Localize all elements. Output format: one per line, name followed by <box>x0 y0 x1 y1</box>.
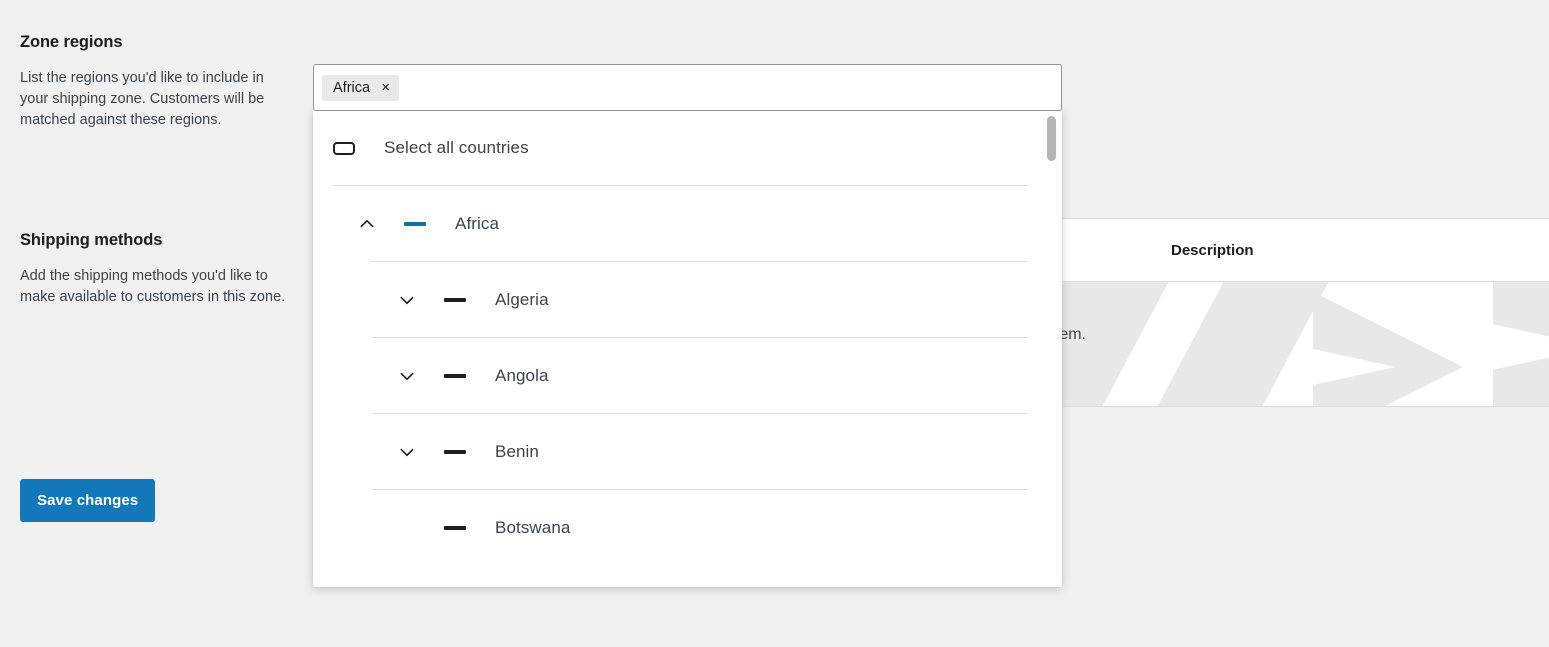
watermark-arrow <box>1493 282 1549 406</box>
checkbox-indeterminate[interactable] <box>444 450 466 454</box>
dropdown-scrollbar-thumb[interactable] <box>1047 116 1056 161</box>
dropdown-row-algeria[interactable]: Algeria <box>313 262 1062 338</box>
page-root: Zone regions List the regions you'd like… <box>0 0 1549 647</box>
checkbox-indeterminate[interactable] <box>444 526 466 530</box>
dropdown-row-label: Botswana <box>495 518 571 537</box>
checkbox-indeterminate[interactable] <box>444 374 466 378</box>
checkbox-indeterminate[interactable] <box>444 298 466 302</box>
dropdown-row-label: Benin <box>495 442 539 461</box>
chevron-down-icon[interactable] <box>393 286 421 314</box>
remove-chip-icon[interactable]: × <box>379 80 392 95</box>
dropdown-row-label: Angola <box>495 366 549 385</box>
dropdown-row-label: Africa <box>455 214 500 233</box>
watermark-arrow <box>1313 292 1463 406</box>
zone-regions-title: Zone regions <box>20 33 123 51</box>
dropdown-row-benin[interactable]: Benin <box>313 414 1062 490</box>
dropdown-scrollbar[interactable] <box>1046 114 1057 583</box>
region-chip-africa: Africa × <box>322 74 400 101</box>
zone-regions-description: List the regions you'd like to include i… <box>20 70 265 128</box>
shipping-methods-section: Shipping methods Add the shipping method… <box>20 231 290 308</box>
dropdown-row-label: Select all countries <box>384 138 529 157</box>
region-chip-label: Africa <box>333 79 371 96</box>
dropdown-row-botswana[interactable]: Botswana <box>313 490 1062 566</box>
regions-dropdown-panel: Select all countries Africa Algeria Angola B… <box>313 110 1062 587</box>
shipping-methods-title: Shipping methods <box>20 231 163 249</box>
dropdown-row-select-all-countries[interactable]: Select all countries <box>313 110 1062 186</box>
dropdown-row-label: Algeria <box>495 290 549 309</box>
checkbox-indeterminate[interactable] <box>404 222 426 226</box>
checkbox-unchecked[interactable] <box>333 141 355 155</box>
chevron-down-icon[interactable] <box>393 438 421 466</box>
dropdown-row-africa[interactable]: Africa <box>313 186 1062 262</box>
regions-dropdown-list: Select all countries Africa Algeria Angola B… <box>313 110 1062 587</box>
table-column-description: Description <box>1171 241 1254 259</box>
zone-regions-combobox[interactable]: Africa × <box>313 64 1062 111</box>
dropdown-row-angola[interactable]: Angola <box>313 338 1062 414</box>
zone-regions-section: Zone regions List the regions you'd like… <box>20 33 290 131</box>
shipping-methods-description: Add the shipping methods you'd like to m… <box>20 268 286 305</box>
chevron-down-icon[interactable] <box>393 362 421 390</box>
save-changes-button[interactable]: Save changes <box>20 479 156 522</box>
chevron-up-icon[interactable] <box>353 210 381 238</box>
